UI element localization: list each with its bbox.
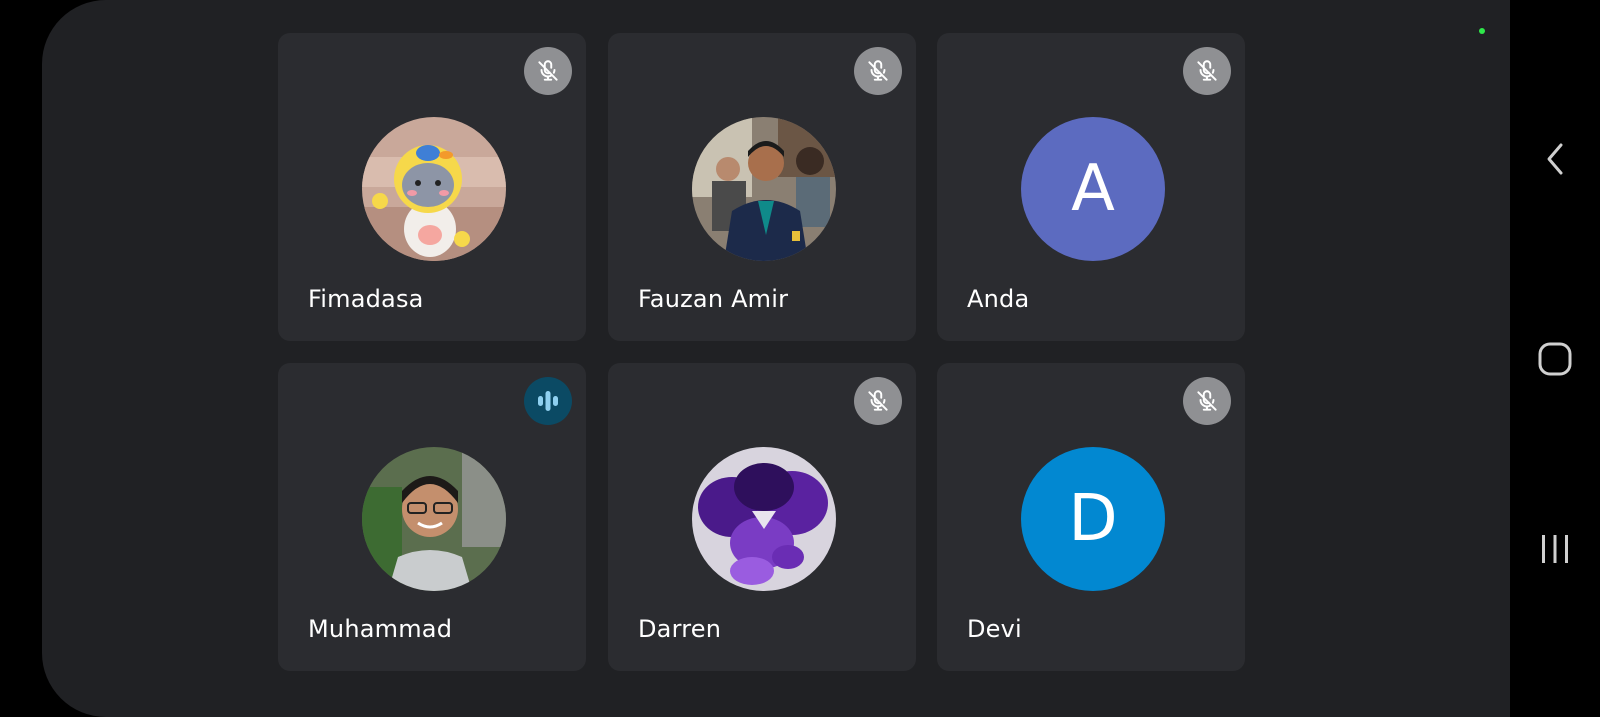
participant-name: Devi xyxy=(967,615,1022,643)
mic-off-icon xyxy=(854,377,902,425)
avatar: D xyxy=(1021,447,1165,591)
audio-level-icon xyxy=(524,377,572,425)
mic-off-icon xyxy=(854,47,902,95)
participant-tile[interactable]: Darren xyxy=(608,363,916,671)
participant-tile[interactable]: Muhammad xyxy=(278,363,586,671)
participant-tile[interactable]: D Devi xyxy=(937,363,1245,671)
participant-name: Anda xyxy=(967,285,1030,313)
camera-indicator-dot xyxy=(1479,28,1485,34)
participant-tile[interactable]: Fauzan Amir xyxy=(608,33,916,341)
recents-icon[interactable] xyxy=(1530,524,1580,574)
participant-name: Fimadasa xyxy=(308,285,424,313)
phone-screen: Fimadasa Fauzan Amir A Anda Muhammad Dar… xyxy=(0,0,1600,717)
avatar xyxy=(692,117,836,261)
avatar xyxy=(692,447,836,591)
mic-off-icon xyxy=(524,47,572,95)
mic-off-icon xyxy=(1183,377,1231,425)
avatar: A xyxy=(1021,117,1165,261)
participant-name: Fauzan Amir xyxy=(638,285,789,313)
participant-name: Darren xyxy=(638,615,722,643)
avatar xyxy=(362,117,506,261)
avatar-letter: A xyxy=(1071,152,1115,226)
avatar xyxy=(362,447,506,591)
avatar-letter: D xyxy=(1068,482,1118,556)
participant-name: Muhammad xyxy=(308,615,453,643)
meeting-grid: Fimadasa Fauzan Amir A Anda Muhammad Dar… xyxy=(42,0,1510,717)
participant-tile[interactable]: A Anda xyxy=(937,33,1245,341)
navigation-bar xyxy=(1510,0,1600,717)
mic-off-icon xyxy=(1183,47,1231,95)
back-chevron-icon[interactable] xyxy=(1530,134,1580,184)
participant-tile[interactable]: Fimadasa xyxy=(278,33,586,341)
home-icon[interactable] xyxy=(1530,334,1580,384)
